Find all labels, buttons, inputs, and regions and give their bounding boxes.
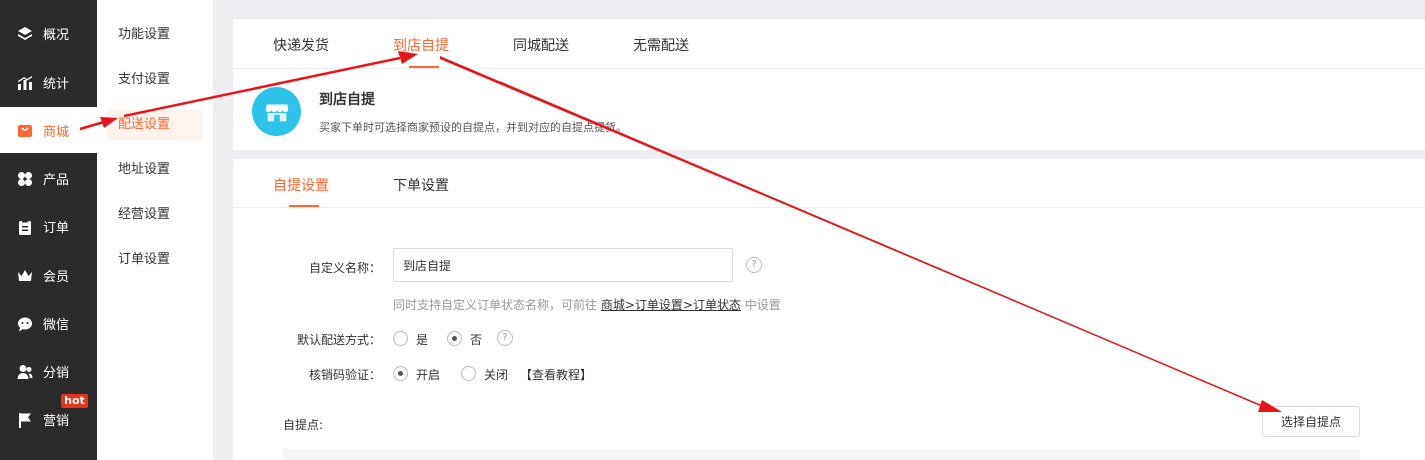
nav-item-orders[interactable]: 订单 xyxy=(0,204,97,249)
crown-icon xyxy=(17,268,33,284)
wechat-icon xyxy=(17,316,33,332)
sub-item-payment-settings[interactable]: 支付设置 xyxy=(107,65,202,95)
custom-name-input[interactable] xyxy=(393,248,733,282)
nav-item-label: 订单 xyxy=(43,221,70,236)
default-yes-label: 是 xyxy=(416,333,429,347)
active-tab-underline xyxy=(409,66,439,68)
verify-off-radio[interactable] xyxy=(461,366,476,381)
layers-icon xyxy=(17,26,33,42)
verify-on-label: 开启 xyxy=(416,368,441,382)
settings-tabs: 自提设置 下单设置 xyxy=(233,159,1425,208)
sub-item-business-settings[interactable]: 经营设置 xyxy=(107,200,202,230)
clipboard-icon xyxy=(17,219,33,235)
verify-code-label: 核销码验证： xyxy=(308,368,381,382)
default-yes-radio[interactable] xyxy=(393,331,408,346)
nav-item-label: 统计 xyxy=(43,77,70,92)
tab-express[interactable]: 快递发货 xyxy=(273,35,329,55)
pickup-table-header xyxy=(283,449,1360,460)
delivery-tabs: 快递发货 到店自提 同城配送 无需配送 xyxy=(233,19,1425,69)
verify-off-label: 关闭 xyxy=(484,368,509,382)
nav-item-members[interactable]: 会员 xyxy=(0,253,97,298)
nav-item-products[interactable]: 产品 xyxy=(0,156,97,201)
store-icon xyxy=(252,87,301,136)
store-pickup-description: 买家下单时可选择商家预设的自提点，并到对应的自提点提货。 xyxy=(319,121,627,134)
hint-prefix: 同时支持自定义订单状态名称，可前往 xyxy=(393,298,598,312)
tab-no-delivery[interactable]: 无需配送 xyxy=(633,35,689,55)
active-tab-underline xyxy=(289,205,319,207)
pickup-points-label: 自提点: xyxy=(283,418,324,432)
clover-icon xyxy=(17,171,33,187)
sub-item-address-settings[interactable]: 地址设置 xyxy=(107,155,202,185)
nav-item-wechat[interactable]: 微信 xyxy=(0,301,97,346)
main-sidebar: 概况 统计 商城 产品 订单 会员 微信 分销 营销 hot xyxy=(0,0,97,460)
users-icon xyxy=(17,364,33,380)
nav-item-distribution[interactable]: 分销 xyxy=(0,349,97,394)
default-no-label: 否 xyxy=(470,333,483,347)
sub-sidebar: 功能设置 支付设置 配送设置 地址设置 经营设置 订单设置 xyxy=(97,0,213,460)
sub-item-order-settings[interactable]: 订单设置 xyxy=(107,245,202,275)
delivery-method-card: 快递发货 到店自提 同城配送 无需配送 到店自提 买家下单时可选择商家预设的自提… xyxy=(233,19,1425,150)
nav-item-overview[interactable]: 概况 xyxy=(0,11,97,56)
shop-bag-icon xyxy=(17,122,33,138)
store-pickup-title: 到店自提 xyxy=(319,92,375,108)
flag-icon xyxy=(17,412,33,428)
nav-item-label: 微信 xyxy=(43,318,70,333)
nav-item-shop[interactable]: 商城 xyxy=(0,107,97,153)
custom-name-label: 自定义名称： xyxy=(308,261,381,275)
tab-local-delivery[interactable]: 同城配送 xyxy=(513,35,569,55)
nav-item-label: 分销 xyxy=(43,366,70,381)
hot-badge: hot xyxy=(61,394,88,408)
stats-icon xyxy=(17,75,33,91)
nav-item-label: 会员 xyxy=(43,270,70,285)
sub-item-delivery-settings[interactable]: 配送设置 xyxy=(107,110,202,140)
help-icon[interactable]: ? xyxy=(497,330,513,346)
nav-item-label: 概况 xyxy=(43,28,70,43)
order-status-link[interactable]: 商城>订单设置>订单状态 xyxy=(601,298,741,312)
verify-on-radio[interactable] xyxy=(393,366,408,381)
default-delivery-label: 默认配送方式： xyxy=(296,333,381,347)
nav-item-stats[interactable]: 统计 xyxy=(0,60,97,105)
sub-item-function-settings[interactable]: 功能设置 xyxy=(107,20,202,50)
help-icon[interactable]: ? xyxy=(746,257,762,273)
tab-store-pickup[interactable]: 到店自提 xyxy=(393,35,449,55)
nav-item-label: 营销 xyxy=(43,414,70,429)
nav-item-label: 产品 xyxy=(43,173,70,188)
custom-name-hint: 同时支持自定义订单状态名称，可前往 商城>订单设置>订单状态 中设置 xyxy=(393,296,781,313)
tab-pickup-settings[interactable]: 自提设置 xyxy=(273,175,329,195)
view-tutorial-link[interactable]: 【查看教程】 xyxy=(520,366,592,383)
pickup-settings-card: 自提设置 下单设置 自定义名称： ? 同时支持自定义订单状态名称，可前往 商城>… xyxy=(233,159,1425,460)
default-no-radio[interactable] xyxy=(447,331,462,346)
nav-item-label: 商城 xyxy=(43,124,70,140)
select-pickup-point-button[interactable]: 选择自提点 xyxy=(1262,406,1360,437)
hint-suffix: 中设置 xyxy=(744,298,781,312)
tab-order-settings[interactable]: 下单设置 xyxy=(393,175,449,195)
